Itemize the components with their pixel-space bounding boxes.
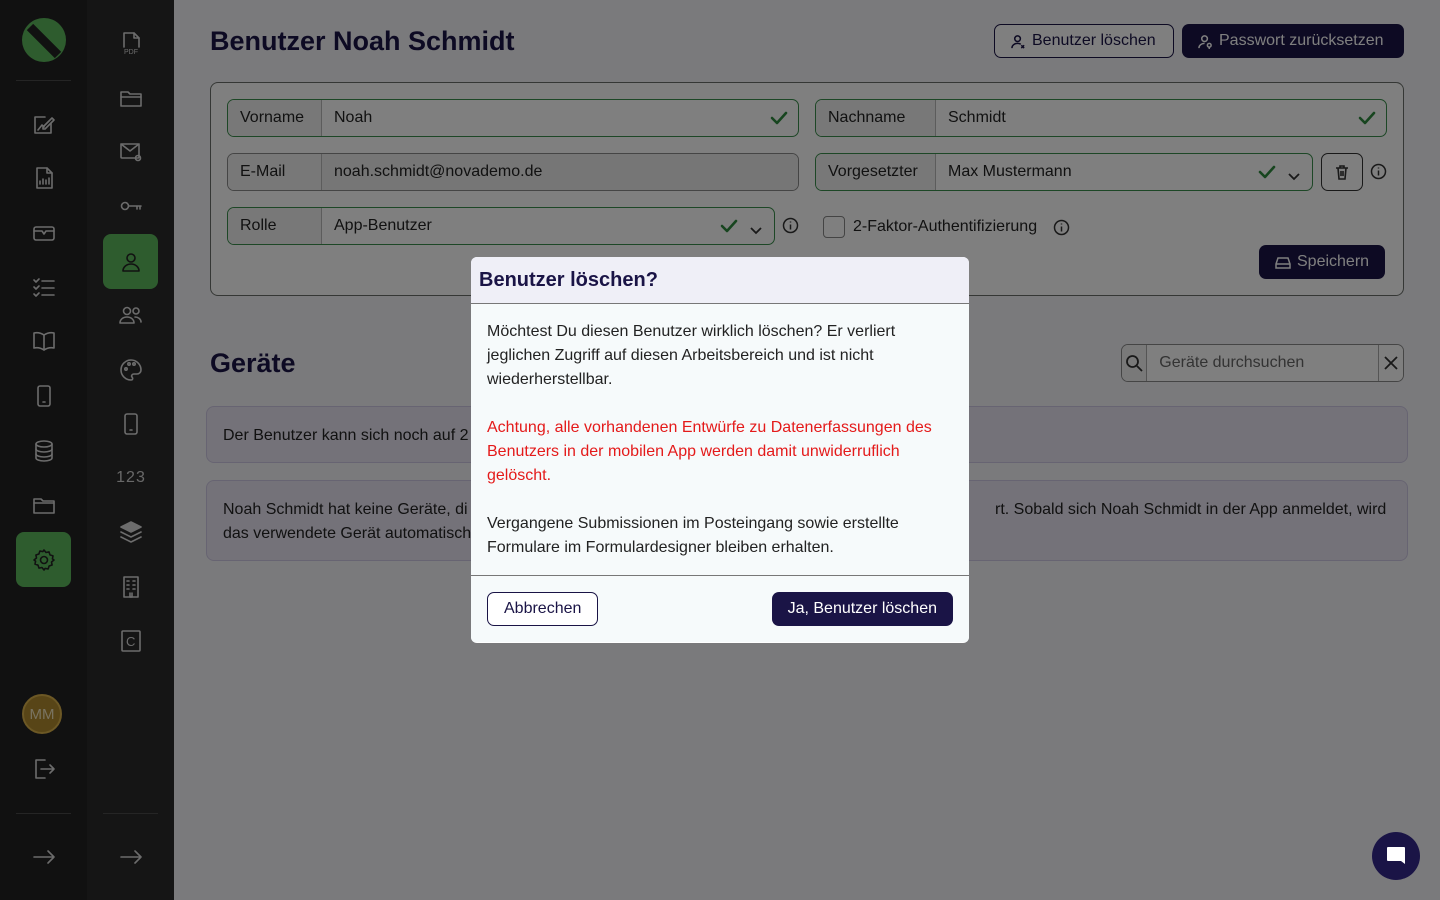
delete-user-dialog: Benutzer löschen? Möchtest Du diesen Ben… <box>471 257 969 643</box>
dialog-message: Möchtest Du diesen Benutzer wirklich lös… <box>487 323 896 388</box>
dialog-footer: Abbrechen Ja, Benutzer löschen <box>471 576 969 642</box>
dialog-body: Möchtest Du diesen Benutzer wirklich lös… <box>471 304 969 576</box>
dialog-warning: Achtung, alle vorhandenen Entwürfe zu Da… <box>487 419 932 484</box>
chat-bubble-icon <box>1387 847 1405 864</box>
cancel-button[interactable]: Abbrechen <box>487 592 599 626</box>
chat-support-button[interactable] <box>1372 832 1420 880</box>
dialog-header: Benutzer löschen? <box>471 257 969 304</box>
confirm-delete-button[interactable]: Ja, Benutzer löschen <box>771 592 953 626</box>
dialog-title: Benutzer löschen? <box>479 268 658 291</box>
dialog-note: Vergangene Submissionen im Posteingang s… <box>487 515 899 556</box>
